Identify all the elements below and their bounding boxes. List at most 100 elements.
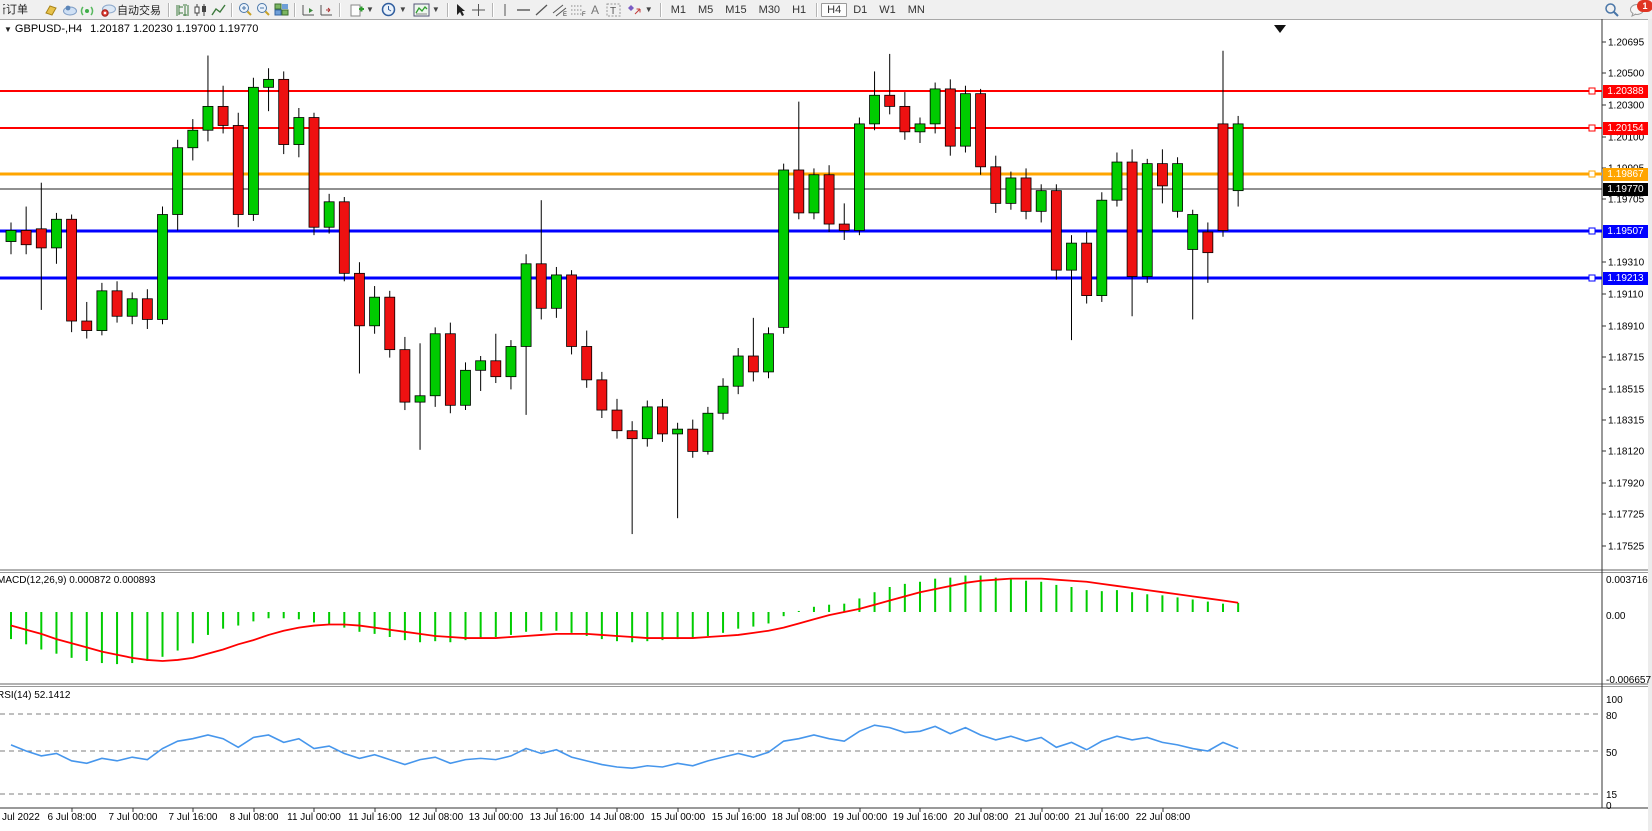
candle-body xyxy=(673,429,683,434)
candle-body xyxy=(1218,124,1228,231)
rsi-tick-label: 50 xyxy=(1606,748,1618,759)
candle-body xyxy=(385,297,395,349)
candle-body xyxy=(279,79,289,144)
price-tick-label: 1.18515 xyxy=(1608,385,1645,396)
candle-body xyxy=(1142,164,1152,277)
candle-body xyxy=(339,202,349,274)
candle-body xyxy=(582,346,592,379)
candle-body xyxy=(1006,178,1016,203)
candle-body xyxy=(445,334,455,406)
candle-body xyxy=(491,361,501,377)
macd-tick-label: 0.00 xyxy=(1606,611,1626,622)
mt4-window: { "toolbar": { "new_order_label": "新订单",… xyxy=(0,0,1652,831)
time-label: 21 Jul 16:00 xyxy=(1075,812,1130,823)
candle-body xyxy=(1112,162,1122,200)
candle-body xyxy=(415,396,425,402)
candle-body xyxy=(203,106,213,130)
time-label: 7 Jul 16:00 xyxy=(169,812,218,823)
price-tick-label: 1.17525 xyxy=(1608,542,1645,553)
candle-body xyxy=(824,175,834,224)
candle-body xyxy=(142,299,152,320)
candle-body xyxy=(779,170,789,327)
rsi-tick-label: 0 xyxy=(1606,801,1612,812)
rsi-line xyxy=(11,725,1238,768)
candle-body xyxy=(173,148,183,215)
candle-body xyxy=(506,346,516,376)
time-label: 11 Jul 00:00 xyxy=(287,812,341,823)
time-label: 8 Jul 08:00 xyxy=(230,812,279,823)
ohlc-values: 1.20187 1.20230 1.19700 1.19770 xyxy=(90,23,258,35)
candle-body xyxy=(36,229,46,248)
chart-menu-arrow-icon[interactable]: ▼ xyxy=(4,25,12,34)
hline-handle[interactable] xyxy=(1589,171,1595,177)
candle-body xyxy=(764,334,774,372)
time-label: 22 Jul 08:00 xyxy=(1136,812,1191,823)
candle-body xyxy=(400,350,410,402)
price-badge-1.19507: 1.19507 xyxy=(1603,225,1648,238)
hline-handle[interactable] xyxy=(1589,125,1595,131)
chart-canvas[interactable]: 1.206951.205001.203001.201001.199051.197… xyxy=(0,0,1652,831)
candle-body xyxy=(718,386,728,413)
candle-body xyxy=(551,275,561,308)
candle-body xyxy=(233,125,243,214)
candle-body xyxy=(112,291,122,316)
candle-body xyxy=(991,167,1001,204)
price-tick-label: 1.19310 xyxy=(1608,258,1645,269)
time-label: 15 Jul 00:00 xyxy=(651,812,706,823)
time-label: 15 Jul 16:00 xyxy=(712,812,767,823)
hline-handle[interactable] xyxy=(1589,228,1595,234)
candle-body xyxy=(748,356,758,372)
price-tick-label: 1.19705 xyxy=(1608,195,1645,206)
candle-body xyxy=(324,202,334,227)
price-tick-label: 1.18910 xyxy=(1608,322,1645,333)
price-badge-1.19867: 1.19867 xyxy=(1603,168,1648,181)
candle-body xyxy=(885,95,895,106)
candle-body xyxy=(854,124,864,231)
candle-body xyxy=(567,275,577,347)
rsi-tick-label: 15 xyxy=(1606,790,1618,801)
candle-body xyxy=(82,321,92,331)
candle-body xyxy=(476,361,486,371)
candle-body xyxy=(248,87,258,214)
candle-body xyxy=(703,413,713,451)
candle-body xyxy=(1021,178,1031,211)
candle-body xyxy=(642,407,652,439)
candle-body xyxy=(1067,243,1077,270)
candle-body xyxy=(688,429,698,451)
symbol-period: GBPUSD-,H4 xyxy=(15,23,82,35)
price-tick-label: 1.19110 xyxy=(1608,290,1644,301)
rsi-tick-label: 80 xyxy=(1606,711,1618,722)
candle-body xyxy=(733,356,743,386)
candle-body xyxy=(1036,191,1046,212)
candle-body xyxy=(794,170,804,213)
candle-body xyxy=(900,106,910,131)
price-tick-label: 1.18315 xyxy=(1608,416,1645,427)
candle-body xyxy=(657,407,667,434)
candle-body xyxy=(21,230,31,244)
time-label: 12 Jul 08:00 xyxy=(409,812,464,823)
candle-body xyxy=(597,380,607,410)
time-label: 11 Jul 16:00 xyxy=(348,812,402,823)
candle-body xyxy=(127,299,137,316)
candle-body xyxy=(915,124,925,132)
hline-handle[interactable] xyxy=(1589,88,1595,94)
candle-body xyxy=(188,130,198,147)
time-label: 7 Jul 00:00 xyxy=(109,812,158,823)
price-badge-1.19213: 1.19213 xyxy=(1603,272,1648,285)
candle-body xyxy=(1127,162,1137,276)
rsi-tick-label: 100 xyxy=(1606,695,1623,706)
candle-body xyxy=(521,264,531,347)
candle-body xyxy=(430,334,440,396)
candle-body xyxy=(930,89,940,124)
candle-body xyxy=(809,175,819,213)
candle-body xyxy=(1157,164,1167,186)
hline-handle[interactable] xyxy=(1589,275,1595,281)
candle-body xyxy=(6,230,16,241)
current-bar-marker xyxy=(1274,25,1286,33)
candle-body xyxy=(612,410,622,431)
time-label: 18 Jul 08:00 xyxy=(772,812,827,823)
candle-body xyxy=(536,264,546,309)
candle-body xyxy=(354,273,364,325)
candle-body xyxy=(839,224,849,230)
rsi-indicator-label: RSI(14) 52.1412 xyxy=(0,690,70,701)
